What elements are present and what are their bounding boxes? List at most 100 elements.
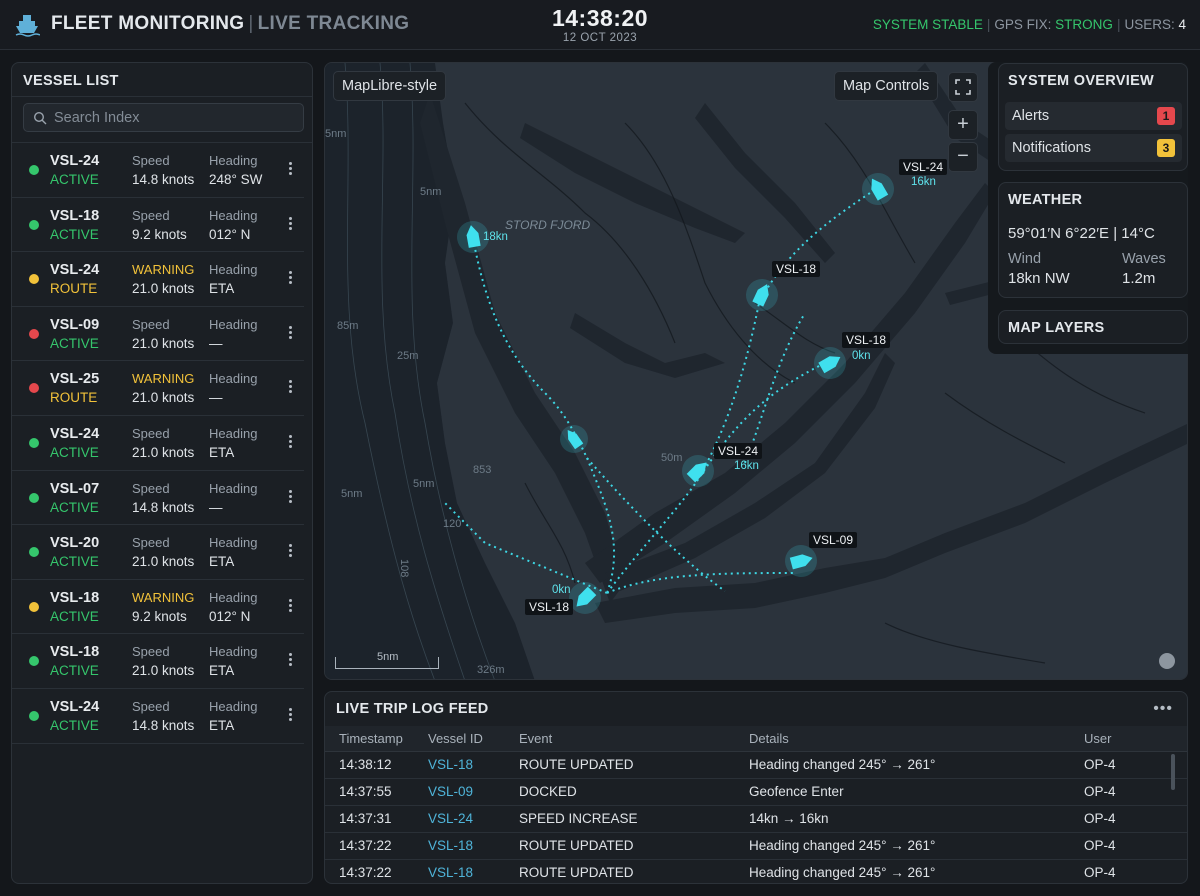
notifications-badge: 3: [1157, 139, 1175, 157]
vessel-speed: 0kn: [552, 584, 571, 596]
vessel-list-item[interactable]: VSL-09 ACTIVE Speed 21.0 knots Heading —: [12, 307, 304, 362]
notifications-label: Notifications: [1012, 140, 1091, 156]
depth-label: 5nm: [325, 128, 346, 140]
vessel-list-item[interactable]: VSL-07 ACTIVE Speed 14.8 knots Heading —: [12, 471, 304, 526]
scrollbar[interactable]: [1171, 754, 1175, 790]
ship-icon: [15, 15, 40, 37]
speed-value: 21.0 knots: [132, 390, 195, 406]
speed-value: 21.0 knots: [132, 281, 195, 297]
column-header[interactable]: Event: [505, 726, 735, 752]
vessel-label: VSL-24: [899, 159, 948, 175]
trip-log-panel: LIVE TRIP LOG FEED ••• Timestamp Vessel …: [324, 691, 1188, 884]
more-options-icon[interactable]: [284, 215, 296, 235]
vessel-list-item[interactable]: VSL-18 ACTIVE Speed 9.2 knots Heading 012° N: [12, 198, 304, 253]
vessel-list-panel: VESSEL LIST VSL-24 ACTIVE Speed 14.8 knots H…: [11, 62, 313, 884]
vessel-label: VSL-18: [772, 261, 821, 277]
zoom-in-button[interactable]: +: [948, 110, 978, 140]
table-row[interactable]: 14:37:31 VSL-24 SPEED INCREASE 14kn → 16kn O…: [325, 805, 1187, 833]
more-options-icon[interactable]: [284, 324, 296, 344]
table-row[interactable]: 14:37:22 VSL-18 ROUTE UPDATED Heading chang…: [325, 859, 1187, 883]
vessel-state: ACTIVE: [50, 444, 99, 460]
more-options-icon[interactable]: [284, 706, 296, 726]
more-options-icon[interactable]: [284, 542, 296, 562]
log-user: OP-4: [1070, 832, 1187, 860]
alerts-label: Alerts: [1012, 108, 1050, 124]
title-separator: |: [248, 13, 254, 34]
column-header[interactable]: Timestamp: [325, 726, 414, 752]
vessel-id: VSL-18: [50, 644, 100, 661]
speed-label: Speed: [132, 698, 170, 714]
speed-value: 14.8 knots: [132, 499, 195, 515]
log-event: ROUTE UPDATED: [505, 859, 735, 883]
vessel-id: VSL-24: [50, 425, 100, 442]
vessel-list-item[interactable]: VSL-25 ROUTE WARNING 21.0 knots Heading —: [12, 361, 304, 416]
vessel-list-item[interactable]: VSL-24 ACTIVE Speed 14.8 knots Heading 248° S…: [12, 143, 304, 198]
vessel-list-item[interactable]: VSL-18 ACTIVE WARNING 9.2 knots Heading 012° …: [12, 580, 304, 635]
speed-value: 9.2 knots: [132, 608, 187, 624]
log-vessel-link[interactable]: VSL-18: [414, 751, 505, 779]
vessel-list-item[interactable]: VSL-20 ACTIVE Speed 21.0 knots Heading ETA: [12, 525, 304, 580]
table-row[interactable]: 14:37:55 VSL-09 DOCKED Geofence Enter OP-4: [325, 778, 1187, 806]
speed-label: Speed: [132, 425, 170, 441]
table-row[interactable]: 14:38:12 VSL-18 ROUTE UPDATED Heading chang…: [325, 751, 1187, 779]
vessel-speed: 16kn: [911, 176, 936, 188]
speed-value: 14.8 knots: [132, 172, 195, 187]
compass-icon[interactable]: [1159, 653, 1175, 669]
vessel-state: ROUTE: [50, 281, 98, 297]
notifications-row[interactable]: Notifications 3: [1005, 134, 1182, 162]
search-box[interactable]: [23, 103, 304, 132]
heading-value: ETA: [209, 717, 235, 733]
status-bar: SYSTEM STABLE | GPS FIX: STRONG | USERS: 4: [873, 17, 1186, 32]
table-row[interactable]: 14:37:22 VSL-18 ROUTE UPDATED Heading chang…: [325, 832, 1187, 860]
waves-value: 1.2m: [1122, 270, 1156, 287]
more-options-icon[interactable]: [284, 651, 296, 671]
column-header[interactable]: User: [1070, 726, 1187, 752]
map-layers-panel[interactable]: MAP LAYERS: [998, 310, 1188, 344]
trip-log-table: Timestamp Vessel ID Event Details User 1…: [325, 726, 1187, 883]
alerts-row[interactable]: Alerts 1: [1005, 102, 1182, 130]
depth-label: 50m: [661, 452, 682, 464]
status-divider: |: [986, 17, 991, 32]
vessel-state: ACTIVE: [50, 717, 99, 733]
heading-value: —: [209, 390, 223, 406]
heading-label: Heading: [209, 480, 258, 496]
search-input[interactable]: [54, 109, 294, 126]
more-options-icon[interactable]: [284, 433, 296, 453]
vessel-list-item[interactable]: VSL-18 ACTIVE Speed 21.0 knots Heading ETA: [12, 634, 304, 689]
depth-label: 108: [398, 559, 410, 577]
vessel-id: VSL-25: [50, 371, 100, 388]
column-header[interactable]: Details: [735, 726, 1070, 752]
vessel-id: VSL-20: [50, 535, 100, 552]
vessel-list-item[interactable]: VSL-24 ACTIVE Speed 14.8 knots Heading ETA: [12, 689, 304, 744]
more-options-icon[interactable]: [284, 488, 296, 508]
log-vessel-link[interactable]: VSL-18: [414, 832, 505, 860]
heading-label: Heading: [209, 644, 258, 660]
more-options-icon[interactable]: [284, 378, 296, 398]
divider: [12, 96, 312, 97]
vessel-label: VSL-09: [809, 532, 858, 548]
status-dot: [29, 492, 39, 503]
depth-label: 5nm: [413, 478, 434, 490]
map-style-button[interactable]: MapLibre-style: [333, 71, 447, 101]
log-vessel-link[interactable]: VSL-18: [414, 859, 505, 883]
log-vessel-link[interactable]: VSL-24: [414, 805, 505, 833]
depth-label: 120: [443, 518, 461, 530]
vessel-list-item[interactable]: VSL-24 ROUTE WARNING 21.0 knots Heading ETA: [12, 252, 304, 307]
more-options-icon[interactable]: •••: [1153, 700, 1173, 718]
heading-value: ETA: [209, 444, 235, 460]
fullscreen-button[interactable]: [948, 72, 978, 102]
more-options-icon[interactable]: [284, 597, 296, 617]
map-controls-button[interactable]: Map Controls: [834, 71, 939, 101]
depth-label: 5nm: [420, 186, 441, 198]
status-dot: [29, 547, 39, 558]
more-options-icon[interactable]: [284, 269, 296, 289]
vessel-id: VSL-18: [50, 589, 100, 606]
log-event: ROUTE UPDATED: [505, 751, 735, 779]
zoom-out-button[interactable]: −: [948, 142, 978, 172]
more-options-icon[interactable]: [284, 160, 296, 180]
status-dot: [29, 219, 39, 230]
log-vessel-link[interactable]: VSL-09: [414, 778, 505, 806]
vessel-id: VSL-07: [50, 480, 100, 497]
column-header[interactable]: Vessel ID: [414, 726, 505, 752]
vessel-list-item[interactable]: VSL-24 ACTIVE Speed 21.0 knots Heading ETA: [12, 416, 304, 471]
